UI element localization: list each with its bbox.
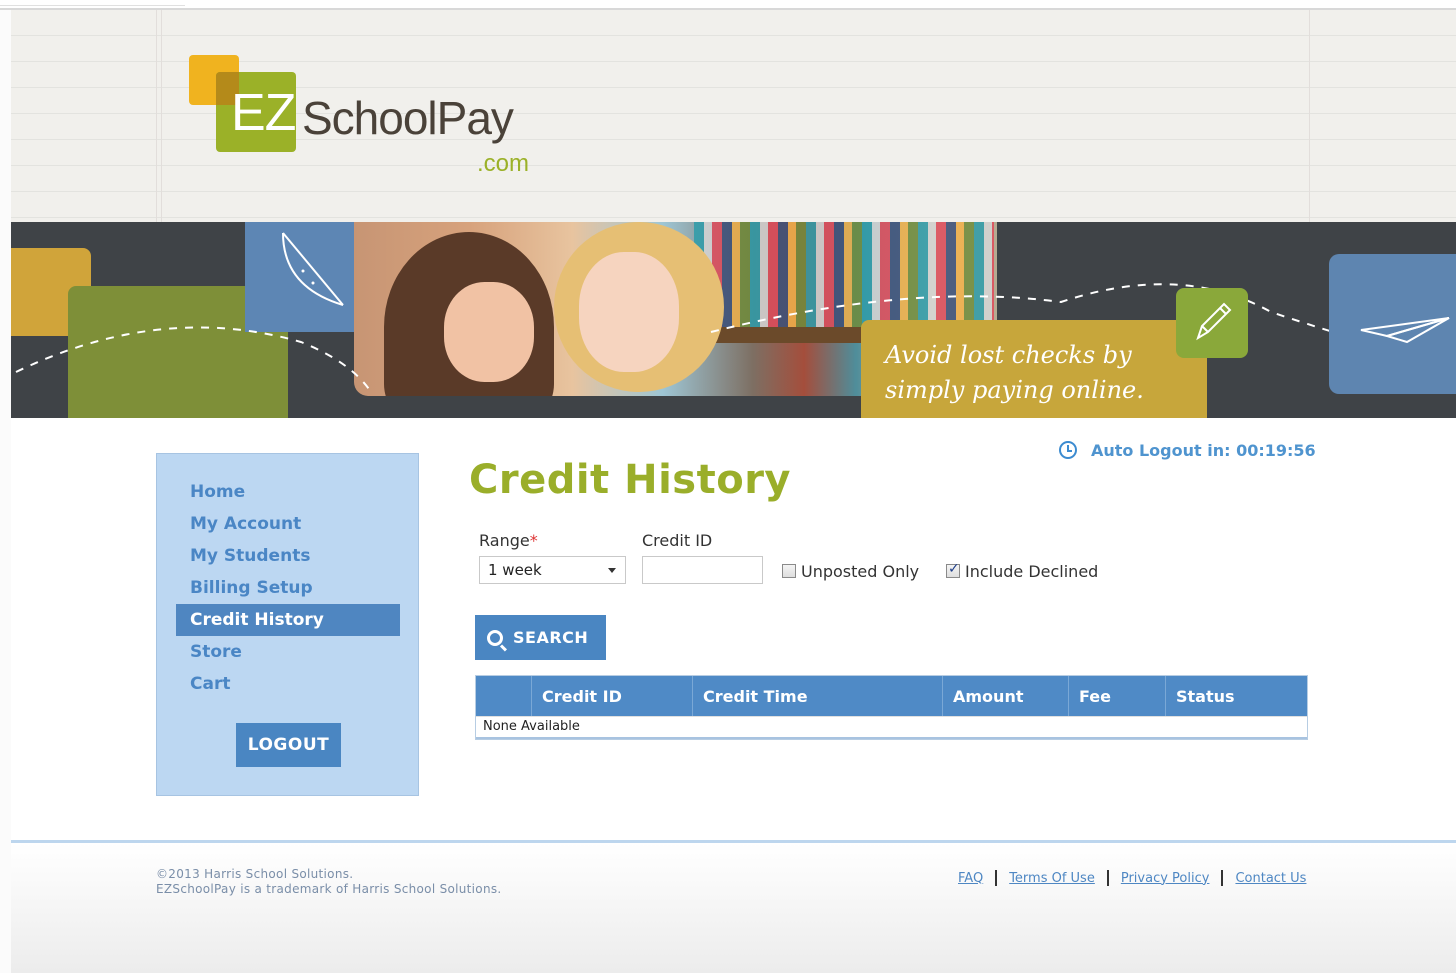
column-header-credit-id[interactable]: Credit ID [531, 676, 692, 716]
clock-icon [1059, 441, 1077, 459]
banner-block-right [1329, 254, 1456, 394]
link-separator [1106, 870, 1109, 886]
copyright-line-2: EZSchoolPay is a trademark of Harris Sch… [156, 882, 502, 896]
pencil-icon [1196, 302, 1232, 341]
credit-history-table: Credit ID Credit Time Amount Fee Status … [475, 675, 1308, 740]
auto-logout-timer: Auto Logout in: 00:19:56 [1059, 440, 1316, 460]
range-select[interactable]: 1 week [479, 556, 626, 584]
sidebar-item-cart[interactable]: Cart [176, 668, 400, 700]
copyright-line-1: ©2013 Harris School Solutions. [156, 867, 354, 881]
sidebar-item-my-students[interactable]: My Students [176, 540, 400, 572]
search-button-label: SEARCH [513, 628, 589, 647]
search-icon [487, 629, 503, 646]
sidebar-item-my-account[interactable]: My Account [176, 508, 400, 540]
banner-pencil-block [1176, 288, 1248, 358]
logo-ez-text: EZ [231, 84, 296, 142]
footer-link-privacy-policy[interactable]: Privacy Policy [1121, 871, 1210, 886]
table-header: Credit ID Credit Time Amount Fee Status [476, 676, 1307, 716]
link-separator [995, 870, 998, 886]
paper-plane-icon [1360, 317, 1450, 344]
paper-margin-line [161, 10, 162, 222]
range-label: Range* [479, 531, 538, 550]
browser-tab-edge [0, 0, 185, 6]
footer [11, 843, 1456, 973]
sidebar-menu: Home My Account My Students Billing Setu… [176, 476, 400, 700]
paper-margin-line [1309, 10, 1310, 222]
column-header-credit-time[interactable]: Credit Time [692, 676, 942, 716]
ezschoolpay-logo[interactable]: EZ SchoolPay .com [189, 55, 549, 185]
column-header-blank [476, 676, 531, 716]
link-separator [1221, 870, 1224, 886]
search-button[interactable]: SEARCH [475, 615, 606, 660]
paper-margin-line [156, 10, 157, 222]
logo-tld-text: .com [477, 150, 530, 177]
range-label-text: Range [479, 531, 530, 550]
sidebar-item-home[interactable]: Home [176, 476, 400, 508]
page-title: Credit History [469, 457, 791, 503]
checkbox-unchecked-icon[interactable] [782, 564, 796, 578]
include-declined-label: Include Declined [965, 561, 1099, 581]
chevron-down-icon [608, 568, 616, 573]
browser-top-edge [0, 0, 1456, 10]
unposted-only-checkbox[interactable]: Unposted Only [782, 561, 919, 581]
sidebar-item-credit-history[interactable]: Credit History [176, 604, 400, 636]
required-mark: * [529, 531, 538, 550]
column-header-amount[interactable]: Amount [942, 676, 1068, 716]
hero-banner: Avoid lost checks by simply paying onlin… [11, 222, 1456, 418]
sidebar-item-billing-setup[interactable]: Billing Setup [176, 572, 400, 604]
auto-logout-text: Auto Logout in: 00:19:56 [1091, 440, 1316, 460]
footer-links: FAQ Terms Of Use Privacy Policy Contact … [958, 870, 1306, 886]
footer-link-faq[interactable]: FAQ [958, 871, 983, 886]
footer-link-terms-of-use[interactable]: Terms Of Use [1009, 871, 1095, 886]
logo-name-text: SchoolPay [302, 92, 514, 144]
column-header-fee[interactable]: Fee [1068, 676, 1165, 716]
banner-tagline: Avoid lost checks by simply paying onlin… [861, 320, 1207, 418]
empty-table-message: None Available [483, 719, 580, 734]
unposted-only-label: Unposted Only [801, 561, 920, 581]
tagline-line-1: Avoid lost checks by [885, 341, 1132, 369]
checkbox-checked-icon[interactable] [946, 561, 960, 578]
sidebar-nav: Home My Account My Students Billing Setu… [156, 453, 419, 796]
left-border [0, 10, 11, 973]
table-row: None Available [476, 716, 1307, 739]
tagline-line-2: simply paying online. [885, 376, 1144, 404]
footer-link-contact-us[interactable]: Contact Us [1235, 871, 1306, 886]
sidebar-item-store[interactable]: Store [176, 636, 400, 668]
include-declined-checkbox[interactable]: Include Declined [946, 561, 1098, 581]
credit-id-input[interactable] [642, 556, 763, 584]
logout-button[interactable]: LOGOUT [236, 723, 341, 767]
credit-id-label: Credit ID [642, 531, 713, 550]
column-header-status[interactable]: Status [1165, 676, 1307, 716]
range-select-value: 1 week [488, 561, 542, 579]
copyright-text: ©2013 Harris School Solutions. EZSchoolP… [156, 867, 502, 897]
